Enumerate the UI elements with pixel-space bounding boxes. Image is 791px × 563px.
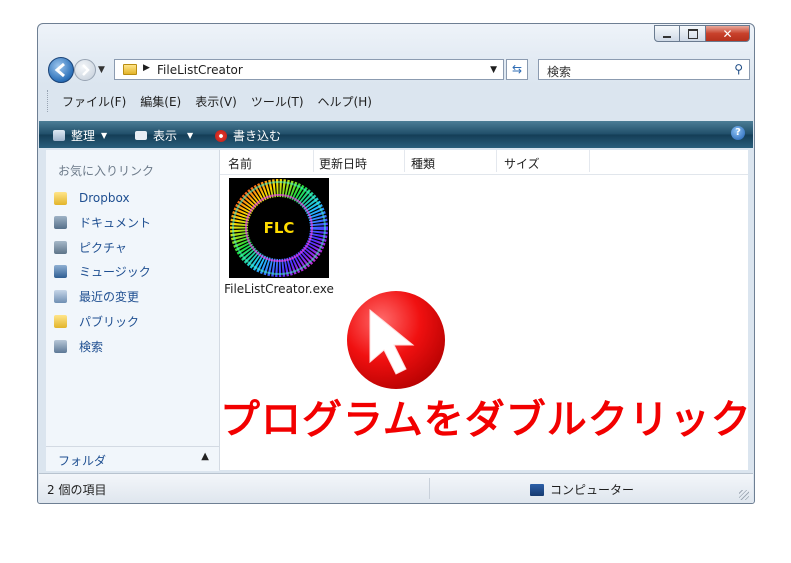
sidebar-item-recent[interactable]: 最近の変更 — [54, 286, 139, 306]
address-dropdown-icon[interactable]: ▼ — [490, 65, 497, 75]
documents-icon — [54, 215, 67, 229]
file-name: FileListCreator.exe — [224, 282, 334, 296]
close-icon: ✕ — [722, 26, 733, 41]
computer-icon — [530, 483, 544, 496]
chevron-down-icon: ▼ — [187, 131, 194, 140]
favorites-title: お気に入りリンク — [58, 164, 155, 178]
back-button[interactable] — [48, 57, 74, 83]
chevron-up-icon: ▲ — [201, 451, 209, 462]
status-location: コンピューター — [530, 481, 634, 498]
burn-disc-icon — [215, 129, 227, 142]
folders-label: フォルダ — [58, 454, 107, 468]
folder-icon — [123, 64, 137, 75]
pictures-icon — [54, 240, 67, 254]
column-divider[interactable] — [313, 150, 314, 172]
dropbox-folder-icon — [54, 191, 67, 205]
forward-button[interactable] — [74, 59, 96, 81]
organize-label: 整理 — [71, 129, 96, 143]
sidebar-item-dropbox[interactable]: Dropbox — [54, 188, 130, 208]
command-toolbar: 整理 ▼ 表示 ▼ 書き込む ? — [39, 121, 753, 148]
folders-toggle[interactable]: フォルダ ▲ — [46, 446, 219, 471]
view-icon — [135, 131, 147, 140]
organize-button[interactable]: 整理 ▼ — [53, 127, 107, 144]
sidebar-item-label: ミュージック — [79, 264, 151, 279]
column-divider[interactable] — [404, 150, 405, 172]
recent-icon — [54, 289, 67, 303]
sidebar-item-label: 検索 — [79, 339, 104, 354]
sidebar-item-label: 最近の変更 — [79, 289, 140, 304]
address-path: FileListCreator — [157, 63, 243, 77]
menu-edit[interactable]: 編集(E) — [140, 93, 181, 110]
music-icon — [54, 264, 67, 278]
sidebar-item-search[interactable]: 検索 — [54, 336, 103, 356]
maximize-button[interactable] — [680, 25, 706, 42]
public-folder-icon — [54, 314, 67, 328]
column-type[interactable]: 種類 — [411, 155, 435, 172]
navigation-pane: お気に入りリンク Dropbox ドキュメント ピクチャ ミュージック 最近の変… — [46, 150, 220, 471]
maximize-icon — [687, 28, 698, 39]
column-divider[interactable] — [589, 150, 590, 172]
instruction-caption: プログラムをダブルクリック — [220, 397, 752, 443]
resize-grip[interactable] — [739, 490, 749, 500]
item-count: 2 個の項目 — [47, 483, 107, 497]
menu-help[interactable]: ヘルプ(H) — [318, 93, 372, 110]
close-button[interactable]: ✕ — [706, 25, 750, 42]
burn-label: 書き込む — [233, 129, 282, 143]
column-divider[interactable] — [496, 150, 497, 172]
column-size[interactable]: サイズ — [504, 155, 540, 172]
sidebar-item-label: ピクチャ — [79, 240, 127, 255]
burn-button[interactable]: 書き込む — [215, 127, 281, 144]
column-modified[interactable]: 更新日時 — [319, 155, 367, 172]
sidebar-item-pictures[interactable]: ピクチャ — [54, 237, 127, 257]
menu-bar: ファイル(F) 編集(E) 表示(V) ツール(T) ヘルプ(H) — [47, 90, 748, 112]
help-icon[interactable]: ? — [731, 126, 745, 140]
sidebar-item-label: ドキュメント — [79, 215, 152, 230]
organize-icon — [53, 130, 65, 141]
sidebar-item-music[interactable]: ミュージック — [54, 261, 151, 281]
cursor-badge-icon — [347, 291, 445, 389]
minimize-button[interactable] — [654, 25, 680, 42]
search-folder-icon — [54, 339, 67, 353]
status-divider — [429, 478, 430, 499]
column-headers: 名前 更新日時 種類 サイズ — [220, 150, 748, 175]
sidebar-item-label: Dropbox — [79, 191, 130, 205]
column-name[interactable]: 名前 — [228, 155, 252, 172]
navigation-bar: ▼ ▶ FileListCreator ▼ ⇆ 検索 ⚲ — [46, 56, 750, 84]
chevron-down-icon: ▼ — [101, 131, 108, 140]
view-label: 表示 — [153, 129, 178, 143]
breadcrumb-separator-icon[interactable]: ▶ — [143, 63, 150, 73]
forward-arrow-icon — [82, 64, 90, 76]
menu-view[interactable]: 表示(V) — [195, 93, 237, 110]
address-bar[interactable]: ▶ FileListCreator ▼ — [114, 59, 504, 80]
sidebar-item-public[interactable]: パブリック — [54, 311, 139, 331]
flc-icon-text: FLC — [263, 219, 295, 237]
search-placeholder: 検索 — [547, 65, 572, 79]
menu-tools[interactable]: ツール(T) — [251, 93, 304, 110]
file-item[interactable]: FLC FileListCreator.exe — [224, 178, 334, 298]
search-icon[interactable]: ⚲ — [734, 62, 743, 76]
refresh-button[interactable]: ⇆ — [506, 59, 528, 80]
flc-app-icon: FLC — [229, 178, 329, 278]
history-dropdown-icon[interactable]: ▼ — [98, 65, 105, 75]
search-input[interactable]: 検索 ⚲ — [538, 59, 750, 80]
refresh-icon: ⇆ — [511, 62, 523, 76]
minimize-icon — [663, 35, 671, 38]
status-location-label: コンピューター — [550, 483, 635, 497]
caption-buttons: ✕ — [654, 25, 750, 42]
view-button[interactable]: 表示 ▼ — [135, 127, 193, 144]
status-bar: 2 個の項目 コンピューター — [39, 473, 753, 503]
menu-file[interactable]: ファイル(F) — [62, 93, 126, 110]
sidebar-item-documents[interactable]: ドキュメント — [54, 212, 151, 232]
back-arrow-icon — [54, 62, 65, 78]
sidebar-item-label: パブリック — [79, 314, 140, 329]
